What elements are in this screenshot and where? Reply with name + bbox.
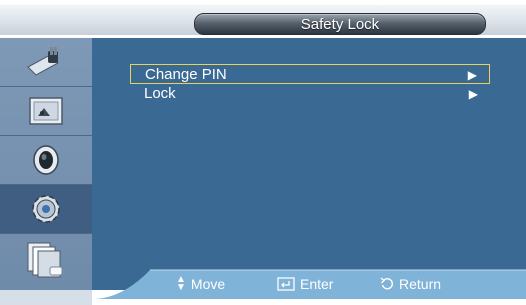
speaker-sound-icon: [33, 145, 59, 175]
picture-screen-icon: [29, 97, 63, 125]
multi-window-icon: [27, 242, 63, 277]
updown-icon: ▲ ▼: [176, 274, 186, 293]
hint-move-label: Move: [190, 276, 226, 292]
bottom-strip: [0, 290, 92, 305]
title-bar: Safety Lock: [0, 5, 526, 35]
hint-return-label: Return: [399, 276, 442, 292]
return-icon: [380, 277, 394, 290]
sidebar-item-sound[interactable]: [0, 136, 92, 185]
sidebar: [0, 38, 92, 290]
sidebar-item-multiwindow[interactable]: [0, 234, 92, 283]
hint-return: Return: [380, 276, 441, 292]
sidebar-item-input[interactable]: [0, 38, 92, 87]
gear-setup-icon: [32, 195, 60, 223]
page-title: Safety Lock: [300, 15, 380, 33]
chevron-right-icon: ▶: [467, 68, 477, 82]
menu-item-label: Lock: [144, 85, 176, 102]
hint-move: ▲ ▼ Move: [176, 274, 226, 293]
osd-screen: Safety Lock Change PIN ▶ Lock ▶ ▲ ▼ Move…: [0, 0, 526, 305]
title-pill: Safety Lock: [194, 13, 486, 35]
enter-icon: [277, 277, 295, 291]
chevron-right-icon: ▶: [468, 87, 478, 101]
hint-enter-label: Enter: [300, 276, 334, 292]
hint-enter: Enter: [277, 276, 333, 292]
sidebar-item-picture[interactable]: [0, 87, 92, 136]
menu-item-label: Change PIN: [145, 66, 227, 83]
input-plug-icon: [27, 47, 59, 76]
sidebar-item-setup[interactable]: [0, 185, 92, 234]
menu-item-change-pin[interactable]: Change PIN ▶: [130, 64, 490, 84]
menu-item-lock[interactable]: Lock ▶: [130, 84, 490, 104]
menu-panel: Change PIN ▶ Lock ▶: [92, 38, 526, 290]
